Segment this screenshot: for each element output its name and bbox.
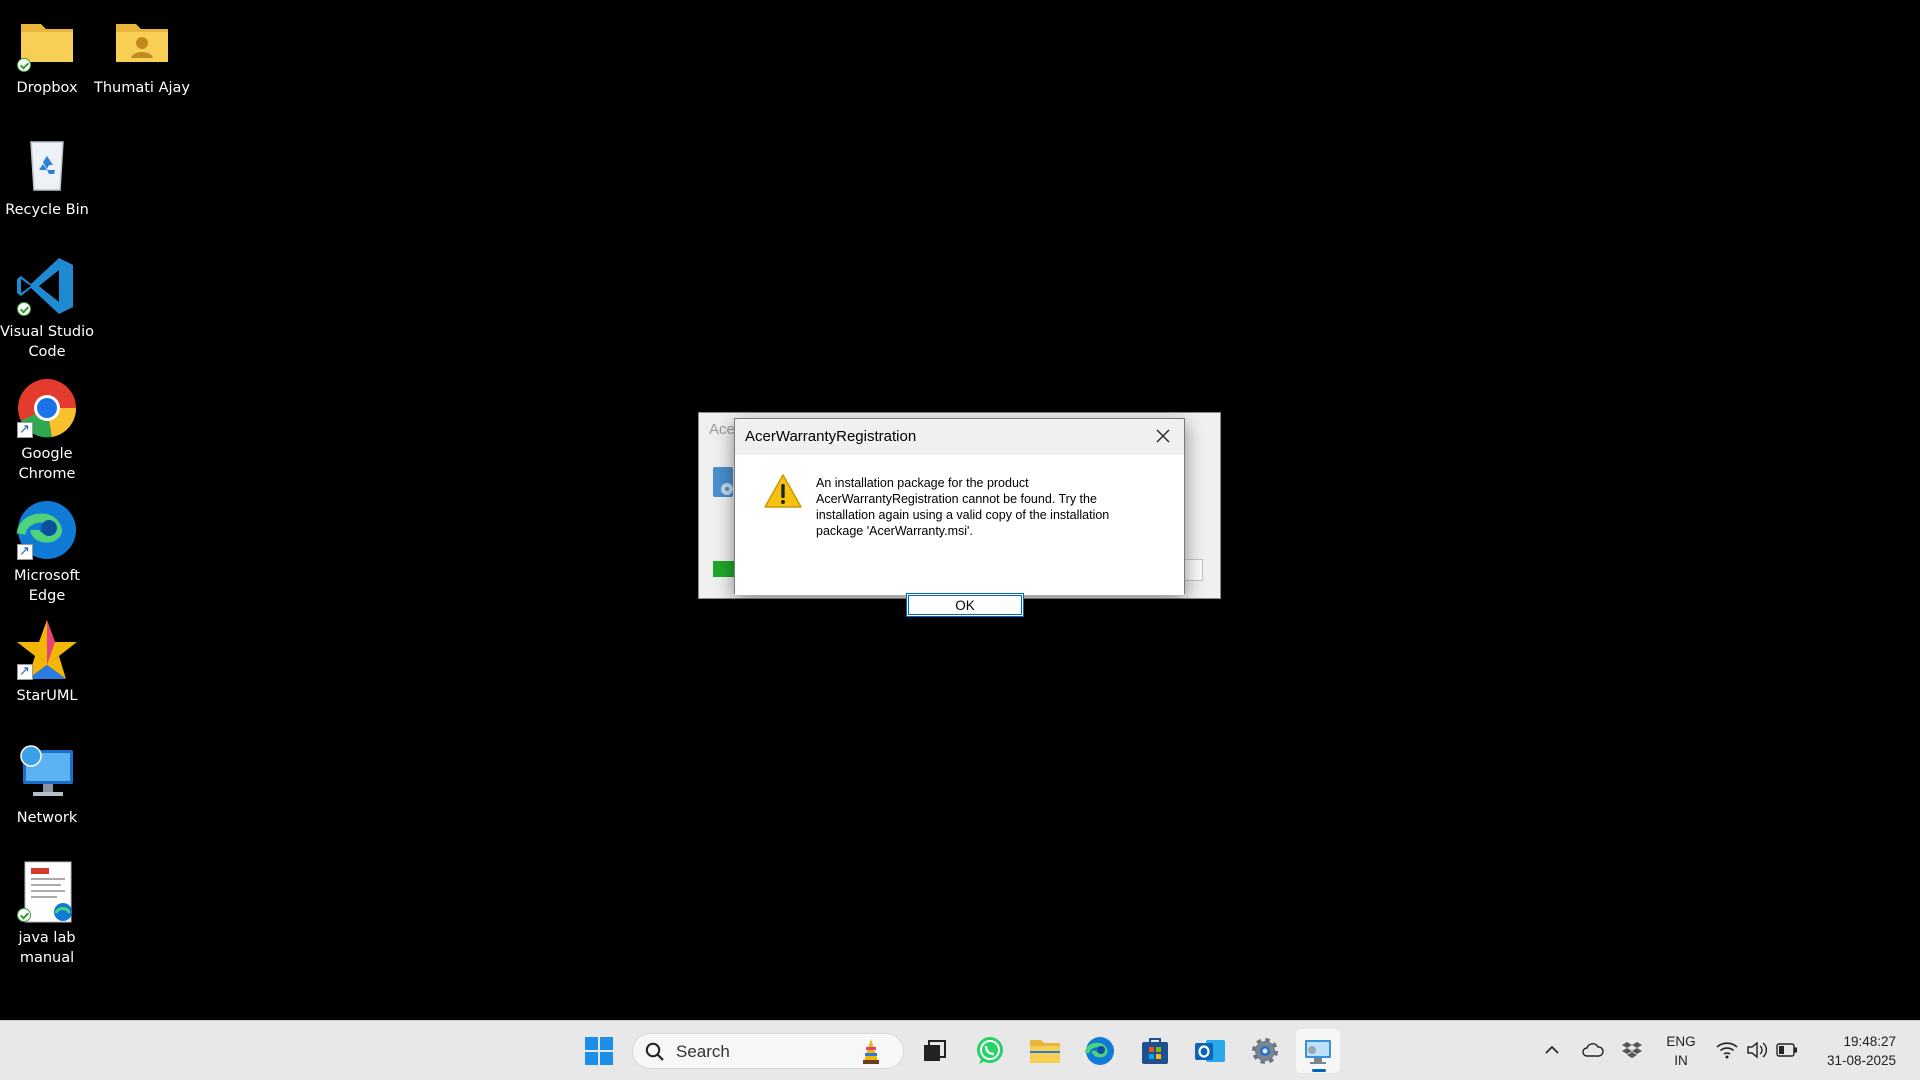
- pdf-document-icon: [15, 860, 79, 924]
- sync-check-icon: [17, 908, 31, 922]
- outlook-icon: [1195, 1040, 1225, 1062]
- edge-icon: [15, 498, 79, 562]
- clock-time: 19:48:27: [1843, 1034, 1896, 1049]
- shortcut-arrow-icon: [17, 662, 33, 682]
- desktop-icon-label: Recycle Bin: [5, 202, 89, 218]
- edge-icon: [1084, 1037, 1114, 1065]
- taskbar: Search ENG IN 19:48:27 31-08-2025: [0, 1020, 1920, 1080]
- taskbar-microsoft-store[interactable]: [1133, 1029, 1177, 1073]
- search-highlight-icon: [863, 1039, 879, 1064]
- close-button[interactable]: [1148, 423, 1178, 449]
- desktop-icon-label: StarUML: [16, 688, 78, 704]
- vscode-icon: [15, 254, 79, 318]
- search-placeholder: Search: [676, 1042, 730, 1061]
- wifi-icon[interactable]: [1716, 1040, 1738, 1060]
- desktop-icon-chrome[interactable]: Google Chrome: [0, 376, 95, 484]
- desktop-icon-vscode[interactable]: Visual Studio Code: [0, 254, 95, 362]
- installer-icon: [1305, 1040, 1331, 1064]
- search-icon: [645, 1042, 664, 1061]
- user-folder-icon: [110, 10, 174, 74]
- onedrive-icon[interactable]: [1582, 1041, 1604, 1059]
- shortcut-arrow-icon: [17, 542, 33, 562]
- dialog-title: AcerWarrantyRegistration: [745, 428, 917, 445]
- language-code: ENG: [1666, 1034, 1696, 1049]
- shortcut-arrow-icon: [17, 420, 33, 440]
- dropbox-icon[interactable]: [1622, 1040, 1642, 1060]
- start-icon: [585, 1037, 613, 1065]
- taskbar-edge[interactable]: [1078, 1029, 1122, 1073]
- recycle-bin-icon: [15, 132, 79, 196]
- task-view-icon: [924, 1040, 946, 1061]
- taskbar-file-explorer[interactable]: [1023, 1029, 1067, 1073]
- input-language[interactable]: ENG IN: [1662, 1032, 1700, 1070]
- chevron-up-icon[interactable]: [1543, 1041, 1561, 1059]
- battery-icon[interactable]: [1776, 1042, 1798, 1058]
- desktop-icon-java-lab-manual[interactable]: java lab manual: [0, 860, 95, 968]
- dialog-body: An installation package for the product …: [735, 455, 1184, 617]
- installer-window-title: Ace: [709, 421, 735, 438]
- taskbar-task-view[interactable]: [912, 1029, 956, 1073]
- taskbar-settings[interactable]: [1243, 1029, 1287, 1073]
- clock-date: 31-08-2025: [1826, 1053, 1896, 1068]
- desktop-icon-label: Network: [16, 810, 78, 826]
- clock[interactable]: 19:48:27 31-08-2025: [1810, 1032, 1896, 1070]
- desktop-icon-dropbox[interactable]: Dropbox: [0, 10, 95, 98]
- file-explorer-icon: [1030, 1040, 1060, 1063]
- staruml-icon: [15, 618, 79, 682]
- desktop-icon-label: Thumati Ajay: [94, 80, 190, 96]
- sync-check-icon: [17, 302, 31, 316]
- desktop-icon-label: Visual Studio Code: [0, 324, 95, 360]
- volume-icon[interactable]: [1746, 1040, 1768, 1060]
- whatsapp-icon: [977, 1037, 1003, 1064]
- region-code: IN: [1674, 1053, 1688, 1068]
- desktop-icon-label: java lab manual: [18, 930, 76, 966]
- desktop-icon-user-folder[interactable]: Thumati Ajay: [94, 10, 190, 98]
- folder-icon: [15, 10, 79, 74]
- settings-icon: [1252, 1038, 1278, 1064]
- microsoft-store-icon: [1142, 1038, 1168, 1064]
- taskbar-whatsapp[interactable]: [968, 1029, 1012, 1073]
- taskbar-search[interactable]: Search: [632, 1033, 904, 1069]
- desktop-icon-label: Dropbox: [16, 80, 78, 96]
- network-icon: [15, 740, 79, 804]
- taskbar-installer[interactable]: [1296, 1029, 1340, 1073]
- warning-icon: [764, 474, 802, 508]
- desktop-icon-recycle-bin[interactable]: Recycle Bin: [0, 132, 95, 220]
- ok-button[interactable]: OK: [906, 593, 1024, 617]
- desktop-icon-label: Microsoft Edge: [14, 568, 80, 604]
- desktop-icon-label: Google Chrome: [18, 446, 76, 482]
- installer-disk-icon: [713, 467, 733, 497]
- chrome-icon: [15, 376, 79, 440]
- desktop-icon-network[interactable]: Network: [0, 740, 95, 828]
- close-icon: [1156, 429, 1170, 443]
- start-button[interactable]: [577, 1029, 621, 1073]
- taskbar-outlook[interactable]: [1188, 1029, 1232, 1073]
- desktop-icon-edge[interactable]: Microsoft Edge: [0, 498, 95, 606]
- dialog-message: An installation package for the product …: [816, 476, 1110, 538]
- desktop-icon-staruml[interactable]: StarUML: [0, 618, 95, 706]
- sync-check-icon: [17, 58, 31, 72]
- error-dialog: AcerWarrantyRegistration An installation…: [734, 418, 1185, 617]
